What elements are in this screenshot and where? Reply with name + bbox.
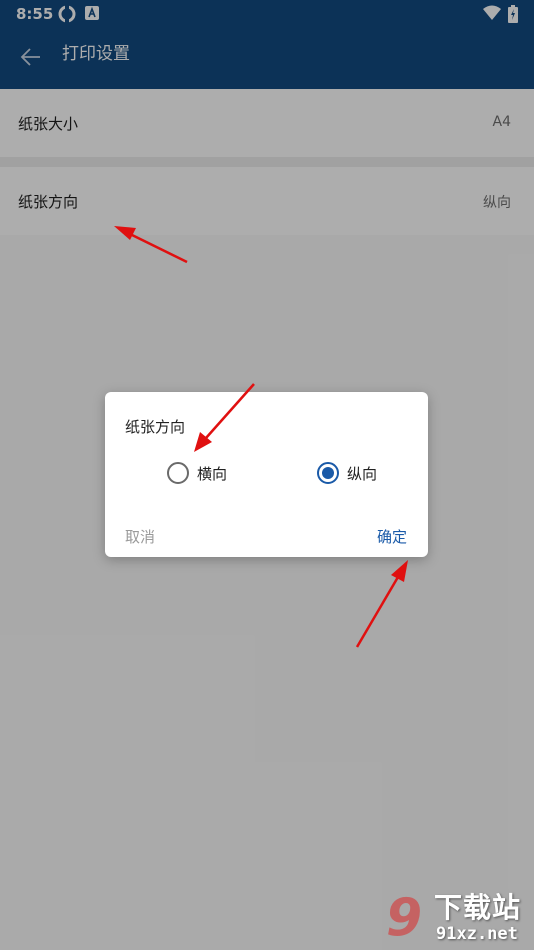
- radio-label: 纵向: [347, 464, 378, 483]
- radio-label: 横向: [197, 464, 228, 483]
- watermark-logo: 9 下载站 91xz.net: [386, 882, 534, 950]
- radio-portrait[interactable]: 纵向: [317, 460, 377, 486]
- watermark-mark: 9: [386, 888, 422, 948]
- radio-unchecked-icon: [167, 462, 189, 484]
- ok-button[interactable]: 确定: [377, 526, 407, 547]
- watermark-text: 下载站: [434, 891, 522, 924]
- dialog-title: 纸张方向: [125, 418, 186, 436]
- orientation-dialog: 纸张方向 横向 纵向 取消 确定: [105, 392, 428, 557]
- radio-checked-icon: [317, 462, 339, 484]
- cancel-button[interactable]: 取消: [125, 526, 155, 547]
- radio-landscape[interactable]: 横向: [167, 460, 227, 486]
- watermark-url: 91xz.net: [436, 924, 518, 944]
